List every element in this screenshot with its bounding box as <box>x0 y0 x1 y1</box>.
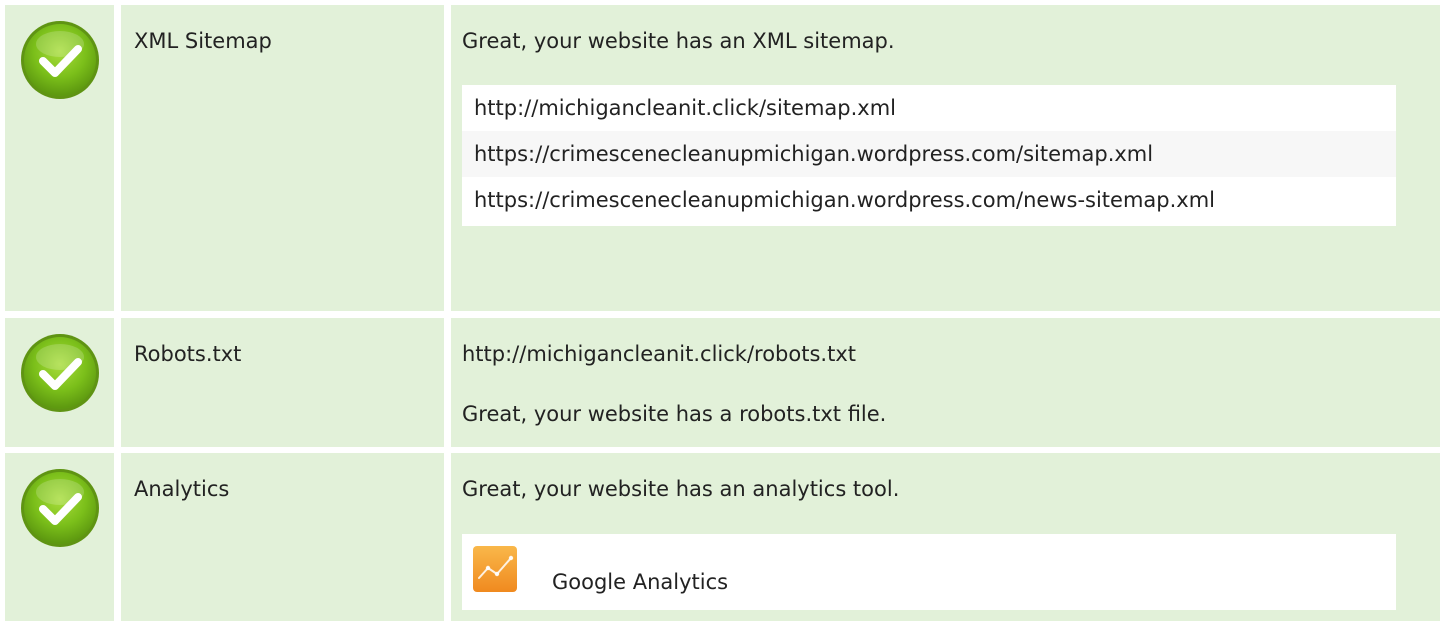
sitemap-url-item[interactable]: https://crimescenecleanupmichigan.wordpr… <box>462 131 1396 177</box>
check-label: Analytics <box>134 477 230 501</box>
seo-report: XML Sitemap Great, your website has an X… <box>0 0 1445 621</box>
google-analytics-icon <box>473 546 517 592</box>
status-cell <box>5 453 114 621</box>
analytics-tool-name: Google Analytics <box>552 570 729 594</box>
sitemap-url-item[interactable]: http://michigancleanit.click/sitemap.xml <box>462 85 1396 131</box>
check-circle-icon <box>21 469 99 547</box>
check-label-cell: Analytics <box>121 453 444 621</box>
status-cell <box>5 5 114 311</box>
check-label: XML Sitemap <box>134 29 272 53</box>
sitemap-url-item[interactable]: https://crimescenecleanupmichigan.wordpr… <box>462 177 1396 226</box>
check-content-cell: http://michigancleanit.click/robots.txt … <box>451 318 1440 447</box>
check-content-cell: Great, your website has an XML sitemap. … <box>451 5 1440 311</box>
check-row-sitemap: XML Sitemap Great, your website has an X… <box>0 5 1445 311</box>
check-label-cell: XML Sitemap <box>121 5 444 311</box>
check-content-cell: Great, your website has an analytics too… <box>451 453 1440 621</box>
check-row-robots: Robots.txt http://michigancleanit.click/… <box>0 318 1445 447</box>
check-message: Great, your website has a robots.txt fil… <box>462 402 887 426</box>
check-message: Great, your website has an analytics too… <box>462 477 900 501</box>
check-row-analytics: Analytics Great, your website has an ana… <box>0 453 1445 621</box>
sitemap-url-list: http://michigancleanit.click/sitemap.xml… <box>462 85 1396 226</box>
check-circle-icon <box>21 334 99 412</box>
status-cell <box>5 318 114 447</box>
analytics-tool-item: Google Analytics <box>462 534 1396 610</box>
robots-url[interactable]: http://michigancleanit.click/robots.txt <box>462 340 856 368</box>
check-message: Great, your website has an XML sitemap. <box>462 29 895 53</box>
check-label-cell: Robots.txt <box>121 318 444 447</box>
check-circle-icon <box>21 21 99 99</box>
check-label: Robots.txt <box>134 342 242 366</box>
